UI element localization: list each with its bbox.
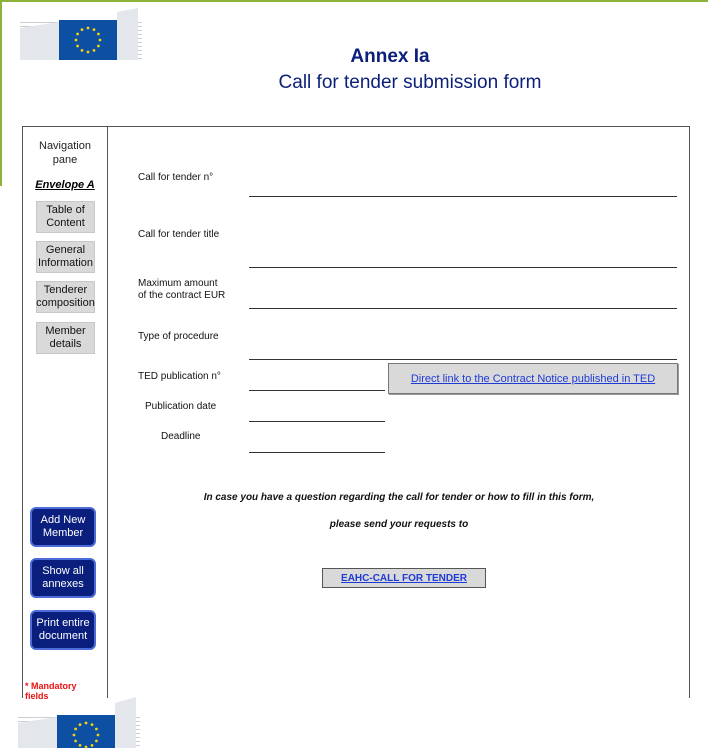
eu-logo-footer (18, 697, 140, 748)
nav-table-of-content-button[interactable]: Table of Content (36, 201, 95, 233)
max-amount-label: Maximum amount of the contract EUR (138, 278, 226, 301)
nav-general-information-button[interactable]: General Information (36, 241, 95, 273)
show-all-annexes-button[interactable]: Show all annexes (30, 558, 96, 598)
nav-divider (107, 127, 108, 698)
left-accent-line (0, 0, 2, 186)
nav-tenderer-composition-button[interactable]: Tenderer composition (36, 281, 95, 313)
publication-date-field[interactable] (249, 421, 385, 422)
call-title-field[interactable] (249, 267, 677, 268)
nav-member-details-button[interactable]: Member details (36, 322, 95, 354)
ted-contract-notice-link[interactable]: Direct link to the Contract Notice publi… (388, 363, 678, 394)
form-frame: Navigation pane Envelope A Table of Conte… (22, 126, 690, 701)
add-new-member-button[interactable]: Add New Member (30, 507, 96, 547)
print-entire-document-button[interactable]: Print entire document (30, 610, 96, 650)
eu-flag-icon (57, 715, 115, 748)
contact-question-line1: In case you have a question regarding th… (203, 492, 595, 503)
call-number-label: Call for tender n° (138, 172, 214, 183)
nav-title: Navigation pane (39, 140, 91, 166)
deadline-field[interactable] (249, 452, 385, 453)
deadline-label: Deadline (161, 431, 201, 442)
page-subtitle: Call for tender submission form (278, 72, 542, 93)
max-amount-field[interactable] (249, 308, 677, 309)
eahc-call-for-tender-button[interactable]: EAHC-CALL FOR TENDER (322, 568, 486, 588)
procedure-type-field[interactable] (249, 359, 677, 360)
procedure-type-label: Type of procedure (138, 331, 219, 342)
ted-publication-field[interactable] (249, 390, 385, 391)
navigation-pane: Navigation pane Envelope A Table of Conte… (23, 127, 107, 701)
call-title-label: Call for tender title (138, 229, 220, 240)
eu-flag-icon (59, 20, 117, 60)
publication-date-label: Publication date (145, 401, 217, 412)
top-accent-line (0, 0, 708, 2)
call-number-field[interactable] (249, 196, 677, 197)
page-title: Annex Ia (350, 46, 430, 67)
ted-publication-label: TED publication n° (138, 371, 221, 382)
nav-envelope-link[interactable]: Envelope A (23, 179, 107, 191)
eu-logo (20, 8, 142, 60)
contact-question-line2: please send your requests to (329, 519, 469, 530)
